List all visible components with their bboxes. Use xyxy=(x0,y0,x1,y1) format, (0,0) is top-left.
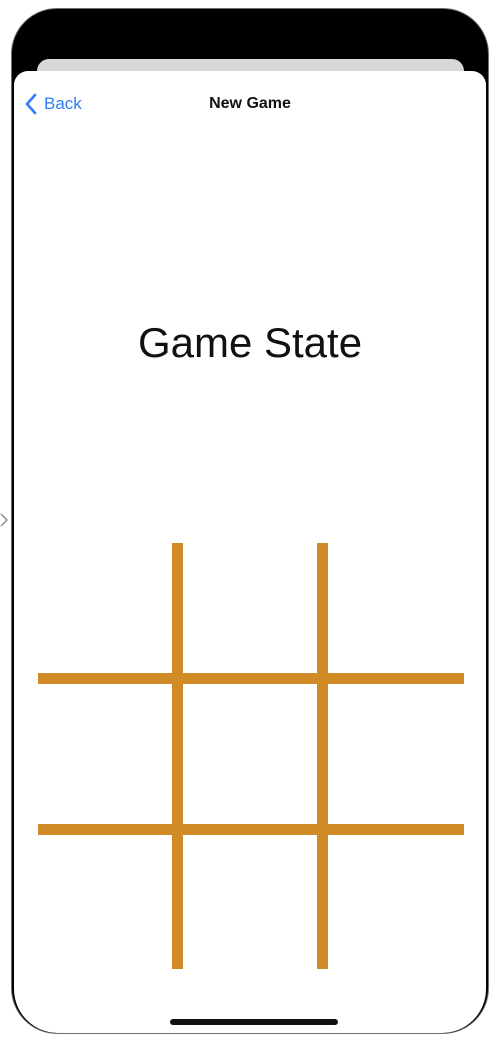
board-cell-1[interactable] xyxy=(36,541,172,673)
home-indicator[interactable] xyxy=(170,1019,338,1025)
board-cell-6[interactable] xyxy=(328,684,464,824)
board-cell-4[interactable] xyxy=(36,684,172,824)
segue-arrow-icon xyxy=(0,513,8,527)
grid-line-vertical-2 xyxy=(317,543,328,969)
device-frame: Back New Game Game State xyxy=(11,8,489,1034)
nav-title: New Game xyxy=(209,95,291,112)
board-cell-7[interactable] xyxy=(36,835,172,969)
board-cell-2[interactable] xyxy=(183,541,317,673)
board-cell-5[interactable] xyxy=(183,684,317,824)
game-state-label: Game State xyxy=(137,319,363,366)
tic-tac-toe-board xyxy=(36,541,464,969)
screen: Back New Game Game State xyxy=(14,71,486,1033)
board-cell-9[interactable] xyxy=(328,835,464,969)
board-cell-8[interactable] xyxy=(183,835,317,969)
grid-line-horizontal-1 xyxy=(38,673,464,684)
grid-line-horizontal-2 xyxy=(38,824,464,835)
board-cell-3[interactable] xyxy=(328,541,464,673)
grid-line-vertical-1 xyxy=(172,543,183,969)
navigation-bar: Back New Game xyxy=(14,71,486,135)
